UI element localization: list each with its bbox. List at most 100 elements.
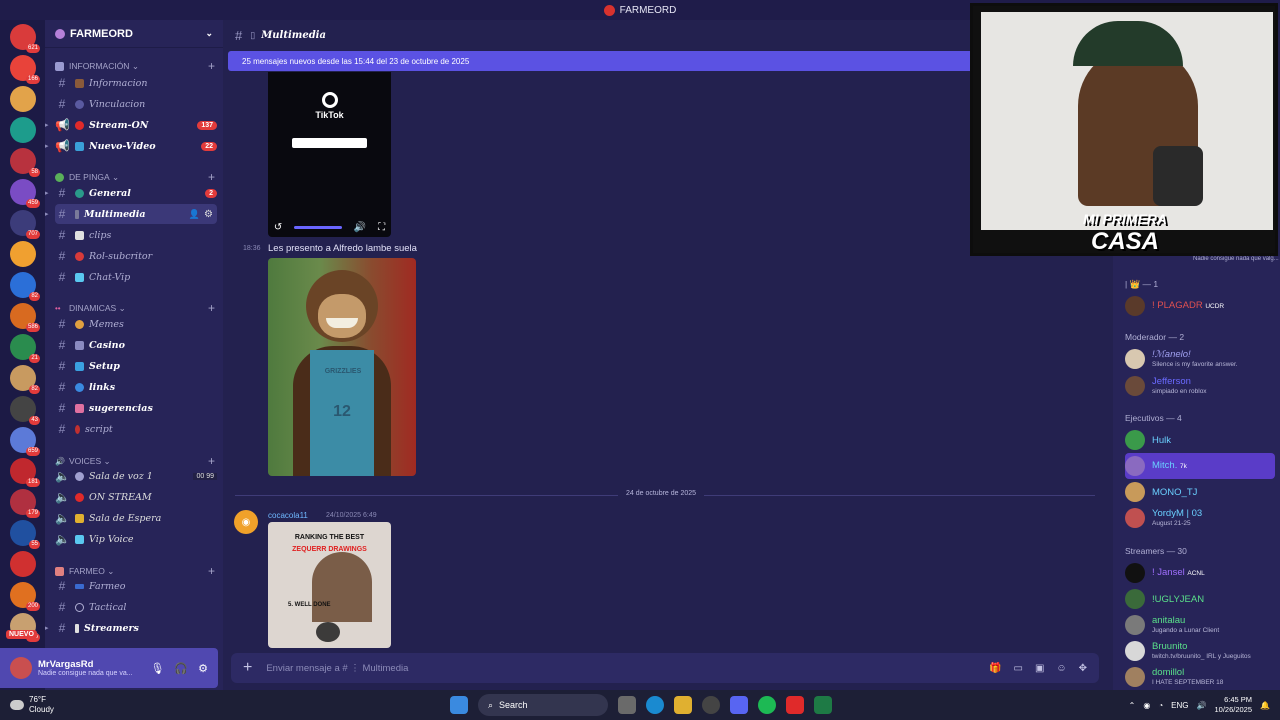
play-icon[interactable] xyxy=(316,622,340,642)
gear-icon[interactable]: ⚙ xyxy=(198,662,208,675)
headphones-icon[interactable]: 🎧 xyxy=(174,662,188,675)
voice-sala-de-voz-1[interactable]: 🔈 Sala de voz 1 00 99 xyxy=(55,466,217,486)
taskbar-clock[interactable]: 6:45 PM 10/26/2025 xyxy=(1214,695,1252,715)
apps-icon[interactable]: ✥ xyxy=(1079,663,1087,674)
spotify-icon[interactable] xyxy=(758,696,776,714)
avatar[interactable] xyxy=(10,657,32,679)
member-item[interactable]: Mitch. 7k xyxy=(1125,453,1275,479)
monkey-image[interactable]: GRIZZLIES 12 xyxy=(268,258,416,476)
add-attachment-icon[interactable]: + xyxy=(243,659,252,677)
channel-memes[interactable]: # Memes xyxy=(55,314,217,334)
gif-icon[interactable]: ▭ xyxy=(1013,663,1022,674)
message-input[interactable]: Enviar mensaje a # ⋮ Multimedia xyxy=(266,663,408,674)
language-indicator[interactable]: ENG xyxy=(1171,701,1188,710)
taskbar-search[interactable]: ⌕ Search xyxy=(478,694,608,716)
replay-icon[interactable]: ↺ xyxy=(274,222,282,233)
server-icon[interactable]: 21 xyxy=(10,334,40,363)
task-view-icon[interactable] xyxy=(618,696,636,714)
discord-icon[interactable] xyxy=(730,696,748,714)
server-icon[interactable]: 621 xyxy=(10,24,40,53)
tiktok-video-embed[interactable]: TikTok ↺ 🔊 ⛶ xyxy=(268,72,391,237)
add-channel-icon[interactable]: + xyxy=(208,301,215,315)
sticker-icon[interactable]: ▣ xyxy=(1035,663,1044,674)
category-de-pinga[interactable]: DE PINGA ⌄ + xyxy=(55,170,215,184)
server-icon[interactable]: 659 xyxy=(10,427,40,456)
member-item[interactable]: Bruunito twitch.tv/bruunito_ IRL y Juegui… xyxy=(1125,638,1275,664)
server-icon[interactable] xyxy=(10,551,36,577)
channel-multimedia[interactable]: ▸ # Multimedia 👤 ⚙ xyxy=(45,204,217,224)
volume-icon[interactable]: 🔊 xyxy=(354,222,366,233)
member-item[interactable]: !ℳanelo! Silence is my favorite answer. xyxy=(1125,346,1275,372)
channel-casino[interactable]: # Casino xyxy=(55,335,217,355)
notification-icon[interactable]: 🔔 xyxy=(1260,701,1270,710)
voice-sala-de-espera[interactable]: 🔈 Sala de Espera xyxy=(55,508,217,528)
member-item[interactable]: Hulk xyxy=(1125,427,1275,453)
wifi-icon[interactable]: ◔ xyxy=(1158,701,1163,710)
video-progress[interactable] xyxy=(294,225,343,229)
channel-sugerencias[interactable]: # sugerencias xyxy=(55,398,217,418)
obs-icon[interactable] xyxy=(786,696,804,714)
category-informacion[interactable]: INFORMACIÓN ⌄ + xyxy=(55,59,215,73)
channel-clips[interactable]: # clips xyxy=(55,225,217,245)
channel-stream-on[interactable]: ▸ 📢 Stream-ON 137 xyxy=(45,115,217,135)
channel-informacion[interactable]: # Informacion xyxy=(55,73,217,93)
member-item[interactable]: MONO_TJ xyxy=(1125,479,1275,505)
edge-icon[interactable] xyxy=(646,696,664,714)
windows-start-icon[interactable] xyxy=(450,696,468,714)
new-messages-bar[interactable]: 25 mensajes nuevos desde las 15:44 del 2… xyxy=(228,51,973,71)
category-dinamicas[interactable]: •• DINAMICAS ⌄ + xyxy=(55,301,215,315)
ranking-video-embed[interactable]: RANKING THE BEST ZEQUERR DRAWINGS 5. WEL… xyxy=(268,522,391,648)
guild-header[interactable]: FARMEORD ⌄ xyxy=(45,20,223,48)
avatar[interactable]: ◉ xyxy=(234,510,258,534)
server-icon[interactable]: 82 xyxy=(10,272,40,301)
channel-general[interactable]: ▸ # General 2 xyxy=(45,183,217,203)
server-icon[interactable] xyxy=(10,86,36,112)
folder-icon[interactable] xyxy=(674,696,692,714)
chrome-icon[interactable] xyxy=(702,696,720,714)
server-icon[interactable]: 55 xyxy=(10,520,40,549)
channel-links[interactable]: # links xyxy=(55,377,217,397)
channel-streamers[interactable]: ▸ # Streamers xyxy=(45,618,217,638)
member-item[interactable]: Jefferson simpiado en roblox xyxy=(1125,373,1275,399)
weather-widget[interactable]: 76°F Cloudy xyxy=(10,695,54,715)
message-composer[interactable]: + Enviar mensaje a # ⋮ Multimedia 🎁 ▭ ▣ … xyxy=(231,653,1099,683)
volume-icon[interactable]: 🔊 xyxy=(1197,701,1207,710)
chevron-down-icon[interactable]: ⌄ xyxy=(205,28,213,39)
server-icon[interactable] xyxy=(10,117,36,143)
server-icon[interactable]: 181 xyxy=(10,458,40,487)
server-icon[interactable]: 43 xyxy=(10,396,40,425)
member-item[interactable]: anitalau Jugando a Lunar Client xyxy=(1125,612,1275,638)
excel-icon[interactable] xyxy=(814,696,832,714)
channel-setup[interactable]: # Setup xyxy=(55,356,217,376)
server-icon[interactable]: 586 xyxy=(10,303,40,332)
member-item[interactable]: ! PLAGADR UCDR xyxy=(1125,293,1275,319)
emoji-icon[interactable]: ☺ xyxy=(1056,663,1066,674)
server-icon[interactable]: 82 xyxy=(10,365,40,394)
add-channel-icon[interactable]: + xyxy=(208,59,215,73)
channel-tactical[interactable]: # Tactical xyxy=(55,597,217,617)
channel-farmeo[interactable]: # Farmeo xyxy=(55,576,217,596)
server-icon[interactable]: 179 xyxy=(10,489,40,518)
voice-vip-voice[interactable]: 🔈 Vip Voice xyxy=(55,529,217,549)
channel-nuevo-video[interactable]: ▸ 📢 Nuevo-Video 22 xyxy=(45,136,217,156)
microphone-icon[interactable]: 🎙 xyxy=(150,662,164,675)
server-icon[interactable]: 707 xyxy=(10,210,40,239)
gear-icon[interactable]: ⚙ xyxy=(204,209,213,220)
member-item[interactable]: YordyM | 03 August 21-25 xyxy=(1125,505,1275,531)
server-icon[interactable] xyxy=(10,241,36,267)
channel-vinculacion[interactable]: # Vinculacion xyxy=(55,94,217,114)
server-icon[interactable]: 166 xyxy=(10,55,40,84)
gift-icon[interactable]: 🎁 xyxy=(989,663,1001,674)
add-channel-icon[interactable]: + xyxy=(208,170,215,184)
member-item[interactable]: domillol I HATE SEPTEMBER 18 xyxy=(1125,664,1275,690)
member-item[interactable]: ! Jansel ACNL xyxy=(1125,560,1275,586)
server-icon[interactable]: 200 xyxy=(10,582,40,611)
channel-script[interactable]: # script xyxy=(55,419,217,439)
server-icon[interactable]: 58 xyxy=(10,148,40,177)
fullscreen-icon[interactable]: ⛶ xyxy=(378,222,385,233)
channel-rol-subcritor[interactable]: # Rol-subcritor xyxy=(55,246,217,266)
message-author[interactable]: cocacola11 xyxy=(268,511,308,520)
network-icon[interactable]: ◉ xyxy=(1143,701,1150,710)
member-item[interactable]: !UGLYJEAN xyxy=(1125,586,1275,612)
chevron-up-icon[interactable]: ⌃ xyxy=(1129,701,1136,710)
